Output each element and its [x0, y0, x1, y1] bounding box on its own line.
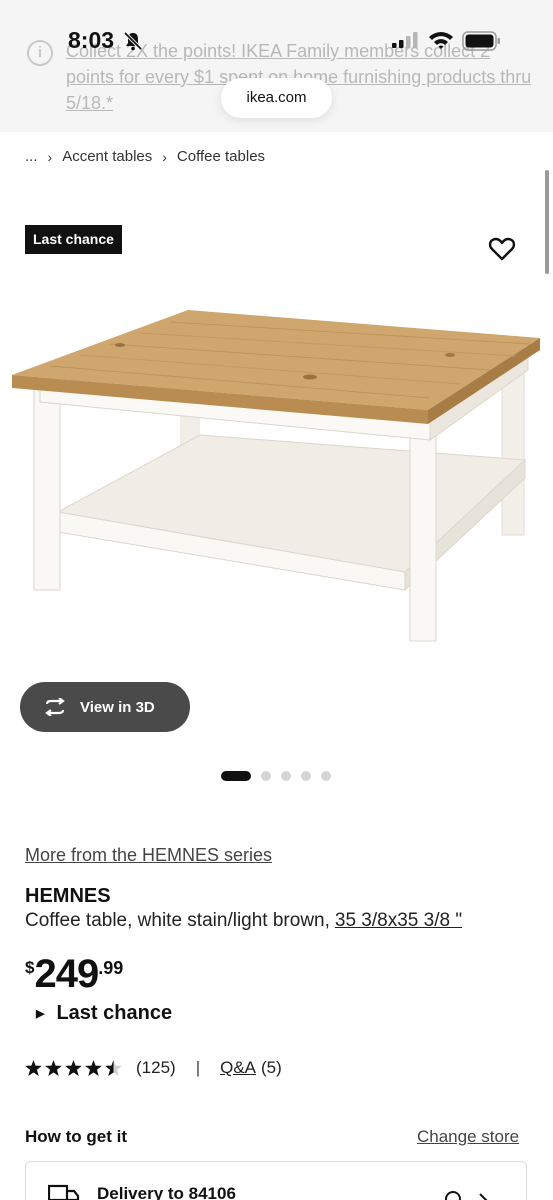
bell-muted-icon	[123, 31, 143, 51]
browser-url-pill[interactable]: ikea.com	[221, 78, 332, 118]
view-in-3d-button[interactable]: View in 3D	[20, 682, 190, 732]
product-description: Coffee table, white stain/light brown, 35…	[25, 910, 462, 932]
series-link[interactable]: More from the HEMNES series	[25, 845, 272, 866]
scrollbar-thumb[interactable]	[545, 170, 549, 274]
info-icon: i	[27, 40, 53, 66]
carousel-dot-active[interactable]	[221, 771, 251, 781]
cellular-signal-icon	[392, 32, 418, 48]
carousel-dot[interactable]	[321, 771, 331, 781]
price-dollars: 249	[34, 952, 99, 996]
star-rating[interactable]	[25, 1060, 122, 1076]
product-name: HEMNES	[25, 885, 111, 907]
product-description-text: Coffee table, white stain/light brown,	[25, 910, 330, 931]
view-in-3d-label: View in 3D	[80, 698, 155, 716]
qa-link[interactable]: Q&A	[220, 1058, 256, 1078]
rating-count[interactable]: (125)	[136, 1058, 176, 1078]
how-to-get-it-heading: How to get it	[25, 1127, 127, 1146]
product-price: $ 249 .99	[25, 952, 123, 996]
chevron-right-icon: ›	[162, 148, 167, 165]
breadcrumb-accent-tables[interactable]: Accent tables	[62, 148, 152, 165]
status-time: 8:03	[68, 27, 115, 53]
star-full-icon	[65, 1060, 82, 1076]
carousel-dot[interactable]	[261, 771, 271, 781]
product-size-link[interactable]: 35 3/8x35 3/8 "	[335, 910, 462, 931]
product-image-coffee-table[interactable]	[10, 300, 543, 650]
price-currency: $	[25, 958, 35, 977]
carousel-dot[interactable]	[301, 771, 311, 781]
image-carousel-dots[interactable]	[221, 771, 331, 781]
chevron-right-icon: ›	[47, 148, 53, 165]
delivery-label: Delivery to 84106	[97, 1184, 236, 1200]
rating-separator: |	[195, 1058, 201, 1077]
delivery-option-card[interactable]: Delivery to 84106	[25, 1161, 527, 1200]
delivery-truck-icon	[48, 1184, 80, 1200]
availability-toggle[interactable]: ▶ Last chance	[36, 1002, 172, 1025]
caret-right-icon: ▶	[36, 1008, 45, 1020]
product-rating[interactable]: (125) | Q&A (5)	[25, 1058, 282, 1078]
breadcrumb-coffee-tables[interactable]: Coffee tables	[177, 148, 265, 165]
qa-count[interactable]: (5)	[261, 1058, 282, 1078]
heart-icon[interactable]	[488, 236, 516, 262]
wifi-icon	[429, 32, 453, 49]
carousel-dot[interactable]	[281, 771, 291, 781]
availability-label: Last chance	[56, 1002, 173, 1024]
star-half-icon	[105, 1060, 122, 1076]
change-store-link[interactable]: Change store	[417, 1127, 519, 1147]
star-full-icon	[25, 1060, 42, 1076]
star-full-icon	[45, 1060, 62, 1076]
battery-icon	[462, 31, 500, 51]
price-cents: .99	[98, 958, 124, 978]
star-full-icon	[85, 1060, 102, 1076]
rotate-3d-icon	[45, 698, 65, 716]
search-icon	[445, 1191, 488, 1200]
breadcrumb-ellipsis[interactable]: ...	[25, 148, 38, 165]
breadcrumb: ... › Accent tables › Coffee tables	[25, 148, 265, 165]
last-chance-badge: Last chance	[25, 225, 122, 254]
